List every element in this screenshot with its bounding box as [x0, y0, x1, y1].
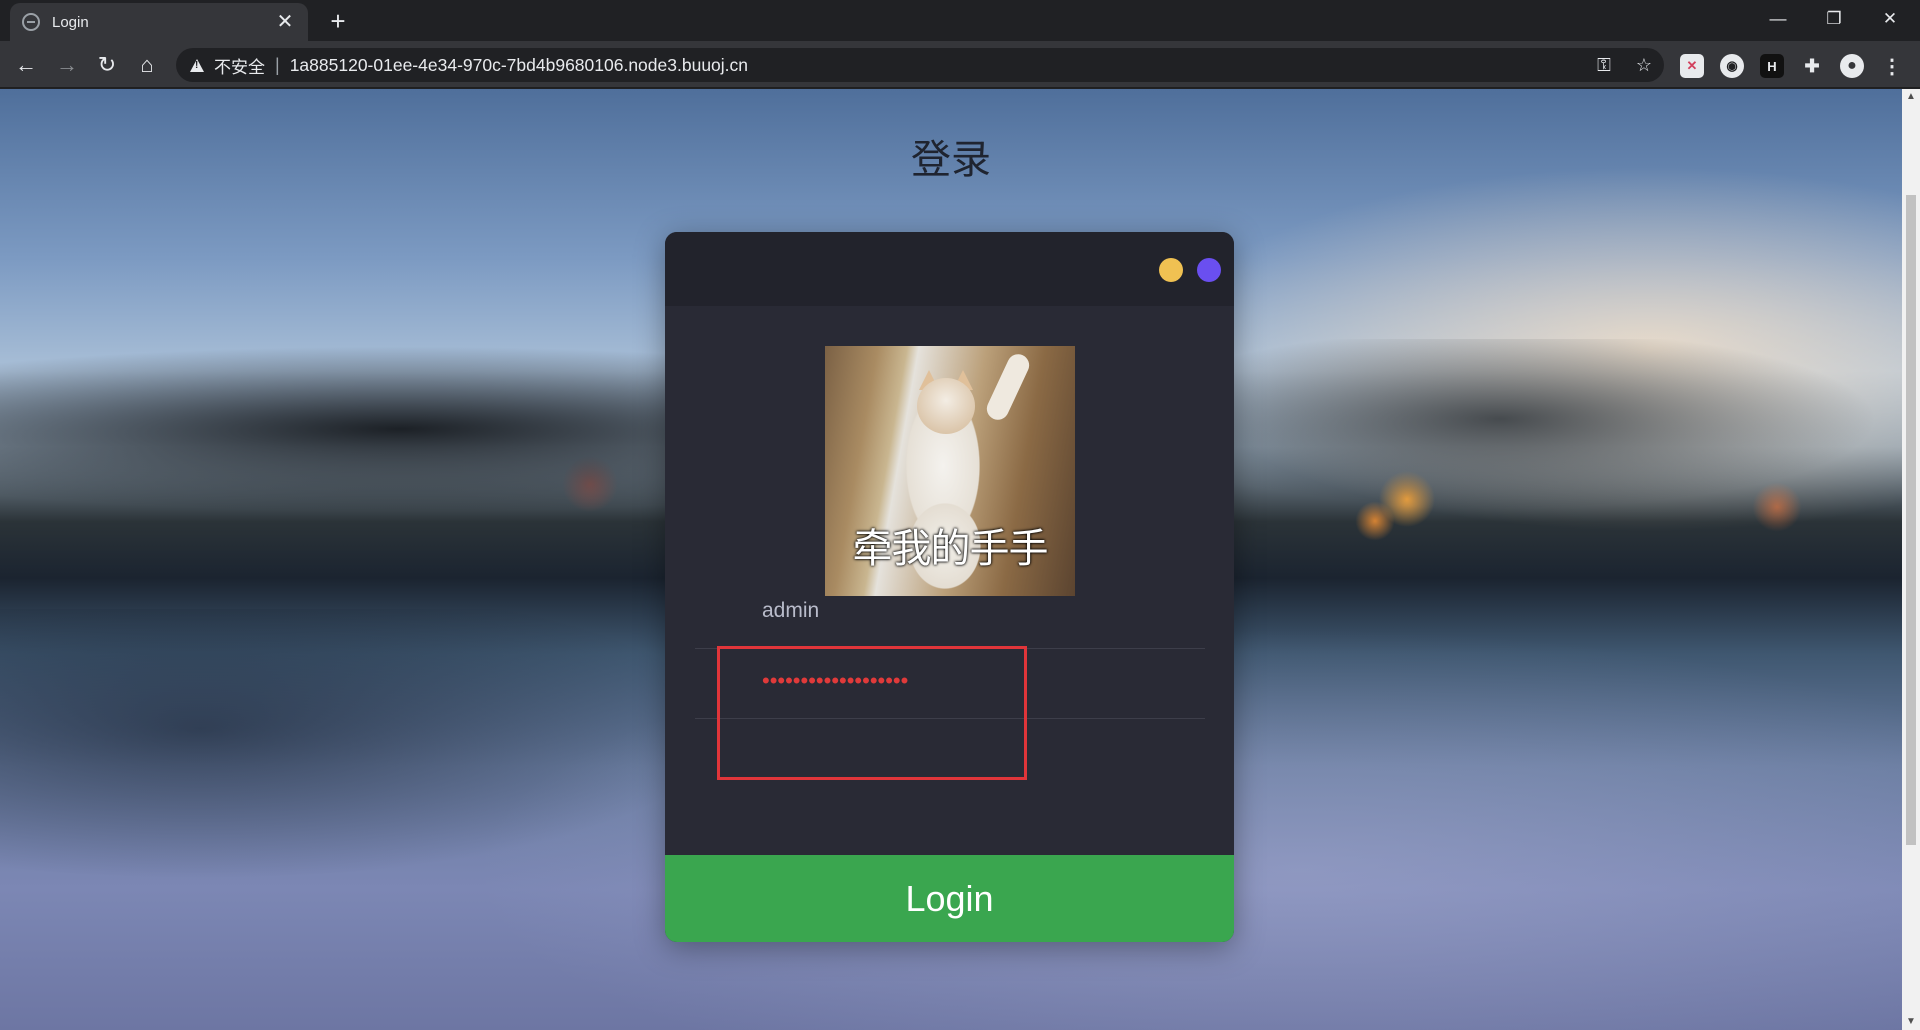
login-button[interactable]: Login — [665, 855, 1234, 942]
profile-icon[interactable]: ● — [1840, 54, 1864, 78]
star-icon[interactable]: ☆ — [1624, 48, 1664, 82]
page-scrollbar[interactable]: ▲ ▼ — [1902, 89, 1920, 1030]
scroll-up-icon[interactable]: ▲ — [1902, 89, 1920, 105]
scroll-thumb[interactable] — [1906, 195, 1916, 845]
key-icon[interactable]: ⚿ — [1584, 48, 1624, 82]
restore-icon[interactable]: ❐ — [1806, 0, 1862, 38]
tab-title: Login — [52, 13, 89, 31]
tab-strip: Login ✕ + — ❐ ✕ — [0, 0, 1920, 41]
annotation-highlight-box — [717, 646, 1027, 780]
url-text[interactable]: 1a885120-01ee-4e34-970c-7bd4b9680106.nod… — [290, 55, 1584, 76]
avatar-image: 牵我的手手 — [825, 346, 1075, 596]
yellow-dot-icon — [1159, 258, 1183, 282]
globe-icon — [22, 13, 40, 31]
close-tab-icon[interactable]: ✕ — [274, 12, 296, 32]
h-icon[interactable]: H — [1760, 54, 1784, 78]
window-close-icon[interactable]: ✕ — [1862, 0, 1918, 38]
warning-icon[interactable] — [190, 58, 204, 72]
page-title: 登录 — [911, 137, 991, 183]
security-label[interactable]: 不安全 — [214, 53, 265, 78]
reload-icon[interactable]: ↻ — [91, 49, 123, 81]
page-viewport: 登录 牵我的手手 ••••••••••••••••••• Login — [0, 89, 1902, 1030]
address-bar[interactable]: 不安全 | 1a885120-01ee-4e34-970c-7bd4b96801… — [176, 48, 1664, 82]
forward-icon[interactable]: → — [51, 49, 83, 81]
url-separator: | — [275, 54, 280, 75]
puzzle-icon[interactable]: ✚ — [1800, 54, 1824, 78]
new-tab-button[interactable]: + — [322, 6, 354, 38]
minimize-icon[interactable]: — — [1750, 0, 1806, 38]
tab-login[interactable]: Login ✕ — [10, 3, 308, 41]
username-row — [695, 579, 1205, 649]
cat-paw — [983, 350, 1033, 424]
purple-dot-icon — [1197, 258, 1221, 282]
username-input[interactable] — [762, 593, 1142, 629]
card-header — [665, 232, 1234, 306]
menu-icon[interactable]: ⋮ — [1880, 54, 1904, 78]
fox-icon[interactable]: ◉ — [1720, 54, 1744, 78]
scroll-down-icon[interactable]: ▼ — [1902, 1014, 1920, 1030]
back-icon[interactable]: ← — [10, 49, 42, 81]
avatar-caption: 牵我的手手 — [852, 526, 1049, 572]
cat-head — [917, 378, 975, 434]
bitwarden-icon[interactable]: ✕ — [1680, 54, 1704, 78]
browser-toolbar: ← → ↻ ⌂ 不安全 | 1a885120-01ee-4e34-970c-7b… — [0, 41, 1920, 88]
login-card: 牵我的手手 ••••••••••••••••••• Login — [665, 232, 1234, 942]
home-icon[interactable]: ⌂ — [131, 49, 163, 81]
